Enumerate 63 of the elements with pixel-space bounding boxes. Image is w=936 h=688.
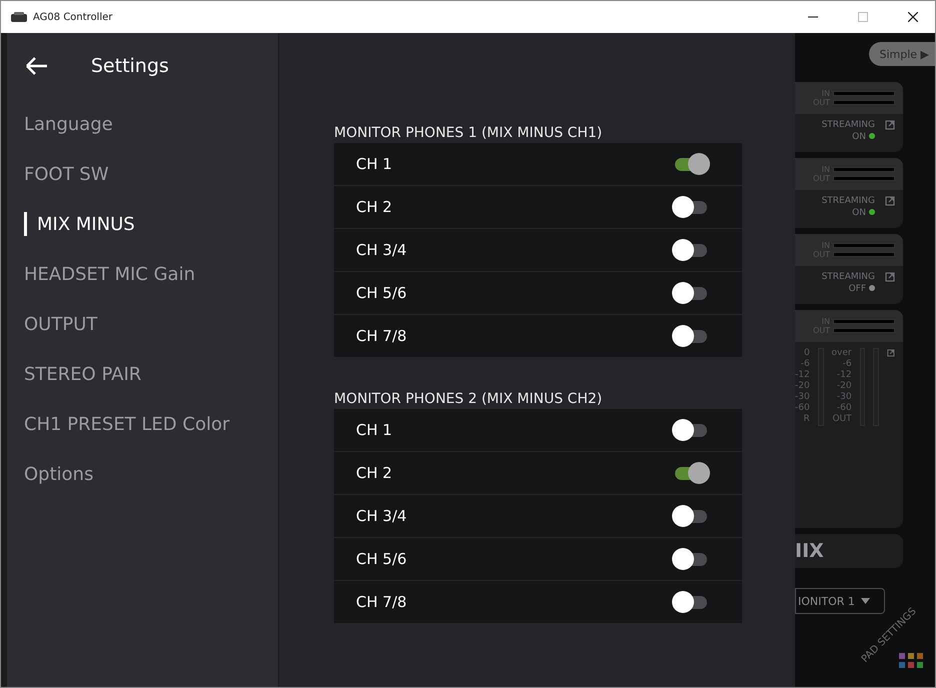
scale-label: -12 — [795, 370, 810, 381]
level-meter — [833, 91, 895, 96]
level-meter — [833, 252, 895, 257]
level-meter — [833, 176, 895, 181]
scale-label: -6 — [842, 359, 852, 370]
channel-label: CH 7/8 — [356, 327, 407, 345]
streaming-label: STREAMING — [822, 272, 875, 282]
section-title: MONITOR PHONES 2 (MIX MINUS CH2) — [334, 391, 602, 407]
channel-label: CH 2 — [356, 198, 392, 216]
maximize-icon — [858, 12, 868, 22]
sidebar-item[interactable]: OUTPUT — [24, 314, 98, 334]
level-meter — [833, 319, 895, 324]
sidebar-item[interactable]: STEREO PAIR — [24, 364, 142, 384]
sidebar-item[interactable]: Options — [24, 464, 94, 484]
streaming-status: ON — [852, 208, 875, 218]
streaming-status: OFF — [848, 284, 875, 294]
level-meter — [833, 328, 895, 333]
section-title: MONITOR PHONES 1 (MIX MINUS CH1) — [334, 125, 602, 141]
external-link-icon[interactable] — [885, 120, 895, 130]
channel-label: CH 5/6 — [356, 284, 407, 302]
scale-label: -30 — [836, 392, 852, 403]
mix-title: IIX — [795, 540, 825, 562]
close-icon — [908, 12, 918, 22]
level-meter — [833, 167, 895, 172]
external-link-icon[interactable] — [885, 272, 895, 282]
scale-label: over — [832, 348, 852, 359]
sidebar-item[interactable]: HEADSET MIC Gain — [24, 264, 196, 284]
sidebar-title: Settings — [91, 55, 169, 77]
window-title: AG08 Controller — [33, 12, 114, 22]
meter-label: OUT — [832, 414, 852, 425]
app-icon — [11, 12, 27, 22]
level-meter — [833, 243, 895, 248]
channel-label: CH 2 — [356, 464, 392, 482]
caret-icon — [860, 598, 870, 604]
channel-label: CH 3/4 — [356, 241, 407, 259]
scale-label: -60 — [836, 403, 852, 414]
external-link-icon[interactable] — [885, 196, 895, 206]
sidebar-item[interactable]: FOOT SW — [24, 164, 109, 184]
scale-label: -12 — [836, 370, 852, 381]
channel-label: CH 7/8 — [356, 593, 407, 611]
scale-label: -20 — [795, 381, 810, 392]
channel-label: CH 5/6 — [356, 550, 407, 568]
sidebar-item[interactable]: MIX MINUS — [37, 214, 135, 234]
pad-grid-icon[interactable] — [899, 653, 923, 669]
level-meter — [833, 100, 895, 105]
scale-label: -60 — [795, 403, 810, 414]
meter-label: R — [803, 414, 810, 425]
scale-label: 0 — [804, 348, 810, 359]
channel-label: CH 1 — [356, 155, 392, 173]
channel-label: CH 3/4 — [356, 507, 407, 525]
scale-label: -6 — [800, 359, 810, 370]
streaming-label: STREAMING — [822, 120, 875, 130]
external-link-icon[interactable] — [887, 348, 895, 358]
sidebar-item[interactable]: Language — [24, 114, 113, 134]
streaming-status: ON — [852, 132, 875, 142]
mode-button[interactable]: Simple ▶ — [869, 42, 935, 66]
streaming-label: STREAMING — [822, 196, 875, 206]
scale-label: -30 — [795, 392, 810, 403]
monitor-dropdown[interactable]: IONITOR 1 — [795, 588, 885, 614]
back-arrow-icon[interactable] — [25, 56, 49, 76]
sidebar-item[interactable]: CH1 PRESET LED Color — [24, 414, 230, 434]
channel-label: CH 1 — [356, 421, 392, 439]
scale-label: -20 — [836, 381, 852, 392]
